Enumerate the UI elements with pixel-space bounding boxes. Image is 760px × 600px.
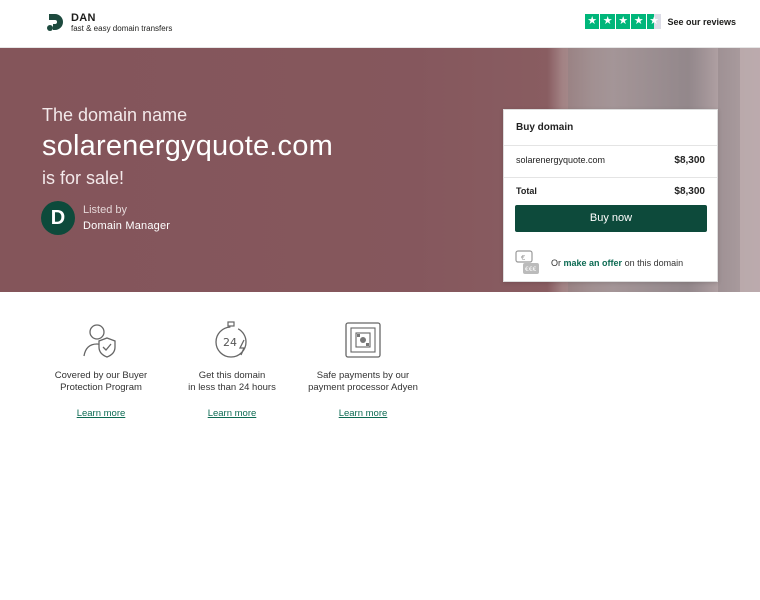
star-icon: ★ <box>584 14 600 29</box>
chat-offer-icon: € €€€ <box>515 250 541 276</box>
half-star-icon: ★ <box>646 14 662 29</box>
total-price: $8,300 <box>674 186 705 197</box>
feature-text-line2: payment processor Adyen <box>308 381 418 393</box>
buy-domain-card: Buy domain solarenergyquote.com $8,300 T… <box>503 109 718 282</box>
svg-text:24: 24 <box>223 336 237 349</box>
feature-text-line2: Protection Program <box>60 381 142 393</box>
seller-name: Domain Manager <box>83 220 171 232</box>
site-header: DAN fast & easy domain transfers ★ ★ ★ ★… <box>0 0 760 48</box>
item-domain: solarenergyquote.com <box>516 155 606 165</box>
offer-suffix: on this domain <box>624 258 684 268</box>
for-sale-text: is for sale! <box>42 168 125 188</box>
listed-by-label: Listed by <box>83 204 128 216</box>
learn-more-link[interactable]: Learn more <box>208 408 257 419</box>
feature-text-line1: Covered by our Buyer <box>54 370 148 381</box>
hero-intro: The domain name <box>42 105 188 125</box>
feature-text-line1: Safe payments by our <box>316 370 410 381</box>
svg-text:€: € <box>521 254 525 262</box>
star-icon: ★ <box>600 14 615 29</box>
price-row: solarenergyquote.com $8,300 <box>504 155 717 169</box>
seller-avatar: D <box>41 201 75 235</box>
total-label: Total <box>516 186 537 196</box>
feature-text-line1: Get this domain <box>198 370 266 381</box>
24-hours-icon: 24 <box>215 321 247 358</box>
dan-logo-icon <box>45 12 67 34</box>
logo-tagline: fast & easy domain transfers <box>71 24 173 33</box>
dan-logo[interactable]: DAN fast & easy domain transfers <box>45 12 172 34</box>
reviews-label[interactable]: See our reviews <box>667 17 736 27</box>
feature-buyer-protection: Covered by our Buyer Protection Program … <box>36 318 166 421</box>
feature-safe-payments: Safe payments by our payment processor A… <box>298 318 428 421</box>
buy-card-title: Buy domain <box>504 110 717 146</box>
learn-more-link[interactable]: Learn more <box>339 408 388 419</box>
domain-name-title: solarenergyquote.com <box>42 130 333 162</box>
buy-now-button[interactable]: Buy now <box>515 205 707 232</box>
learn-more-link[interactable]: Learn more <box>77 408 126 419</box>
trustpilot-reviews-link[interactable]: ★ ★ ★ ★ ★ See our reviews <box>584 14 736 29</box>
rating-stars: ★ ★ ★ ★ ★ <box>584 14 662 29</box>
buyer-protection-icon <box>83 324 116 358</box>
star-icon: ★ <box>631 14 646 29</box>
logo-name: DAN <box>71 12 96 24</box>
total-row: Total $8,300 <box>504 177 717 197</box>
make-offer-row: € €€€ Or make an offer on this domain <box>515 250 717 276</box>
svg-text:€€€: €€€ <box>525 266 537 273</box>
seller-info: D Listed by Domain Manager <box>41 201 170 235</box>
item-price: $8,300 <box>674 155 705 166</box>
offer-prefix: Or <box>551 258 561 268</box>
feature-24-hours: 24 Get this domain in less than 24 hours… <box>167 318 297 421</box>
make-offer-link[interactable]: make an offer <box>564 258 623 268</box>
feature-text-line2: in less than 24 hours <box>188 381 276 393</box>
safe-payment-icon <box>345 322 381 358</box>
star-icon: ★ <box>615 14 631 29</box>
